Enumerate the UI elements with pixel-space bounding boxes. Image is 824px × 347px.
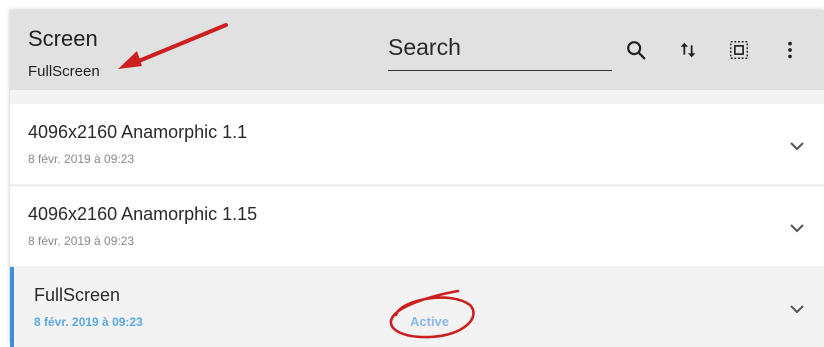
select-all-icon[interactable] <box>725 36 753 64</box>
list-item[interactable]: 4096x2160 Anamorphic 1.1 8 févr. 2019 à … <box>10 104 824 184</box>
sort-icon[interactable] <box>674 36 702 64</box>
list-item-date: 8 févr. 2019 à 09:23 <box>28 152 135 166</box>
search-icon[interactable] <box>622 36 650 64</box>
chevron-down-icon[interactable] <box>788 140 806 152</box>
chevron-down-icon[interactable] <box>788 222 806 234</box>
screen-panel: Screen FullScreen Search 4096x2160 Anamo… <box>10 10 824 347</box>
list-item-date: 8 févr. 2019 à 09:23 <box>28 234 135 248</box>
list-item-title: 4096x2160 Anamorphic 1.15 <box>28 204 258 224</box>
page-title: Screen <box>28 26 98 51</box>
list-item-title: FullScreen <box>34 285 121 305</box>
list-item[interactable]: 4096x2160 Anamorphic 1.15 8 févr. 2019 à… <box>10 186 824 266</box>
current-screen-subtitle: FullScreen <box>28 63 100 80</box>
list-item-title: 4096x2160 Anamorphic 1.1 <box>28 122 248 142</box>
more-vert-icon[interactable] <box>776 36 804 64</box>
search-placeholder: Search <box>388 34 461 60</box>
status-badge: Active <box>410 314 450 329</box>
chevron-down-icon[interactable] <box>788 303 806 315</box>
list-item-active[interactable]: FullScreen 8 févr. 2019 à 09:23 Active <box>10 267 824 347</box>
active-indicator <box>10 267 14 347</box>
list-item-date: 8 févr. 2019 à 09:23 <box>34 315 143 329</box>
search-input[interactable]: Search <box>388 32 612 71</box>
app-header: Screen FullScreen Search <box>10 10 824 90</box>
